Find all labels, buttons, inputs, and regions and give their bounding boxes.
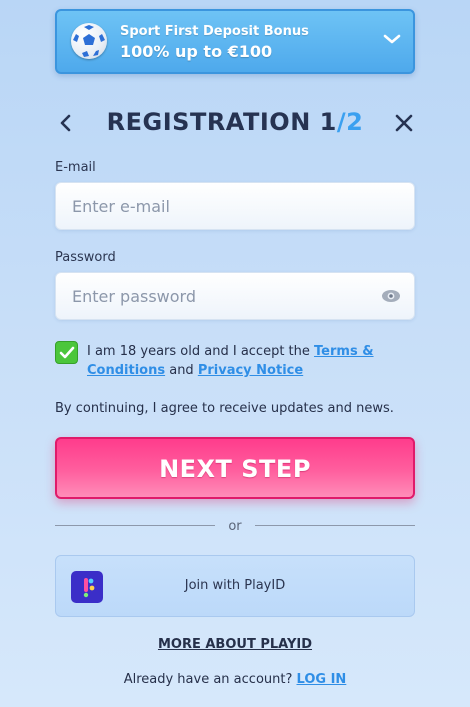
close-icon[interactable] — [393, 110, 415, 136]
password-field[interactable] — [55, 272, 415, 320]
terms-text: I am 18 years old and I accept the Terms… — [87, 344, 374, 378]
login-prompt: Already have an account? LOG IN — [123, 672, 347, 687]
eye-icon[interactable] — [381, 288, 401, 304]
next-step-button[interactable]: NEXT STEP — [55, 437, 415, 499]
privacy-link[interactable]: Privacy Notice — [198, 363, 303, 378]
join-playid-button[interactable]: Join with PlayID — [55, 555, 415, 617]
password-label: Password — [55, 250, 116, 265]
more-about-playid-link[interactable]: MORE ABOUT PLAYID — [0, 637, 470, 652]
soccer-ball-icon — [71, 23, 107, 59]
step-indicator: /2 — [336, 108, 364, 136]
chevron-down-icon[interactable] — [383, 33, 401, 45]
login-link[interactable]: LOG IN — [297, 672, 347, 687]
divider-or: or — [228, 519, 242, 534]
terms-checkbox[interactable] — [55, 341, 78, 364]
email-label: E-mail — [55, 160, 96, 175]
registration-header: REGISTRATION 1/2 — [55, 108, 415, 138]
page-title: REGISTRATION 1/2 — [106, 108, 364, 136]
bonus-offer: 100% up to €100 — [120, 42, 273, 61]
email-field[interactable] — [55, 182, 415, 230]
bonus-banner[interactable]: Sport First Deposit Bonus 100% up to €10… — [55, 9, 415, 74]
checkmark-icon — [59, 346, 75, 359]
playid-label: Join with PlayID — [184, 578, 286, 593]
divider-right — [255, 525, 415, 526]
updates-notice: By continuing, I agree to receive update… — [55, 401, 394, 416]
bonus-title: Sport First Deposit Bonus — [120, 24, 309, 39]
